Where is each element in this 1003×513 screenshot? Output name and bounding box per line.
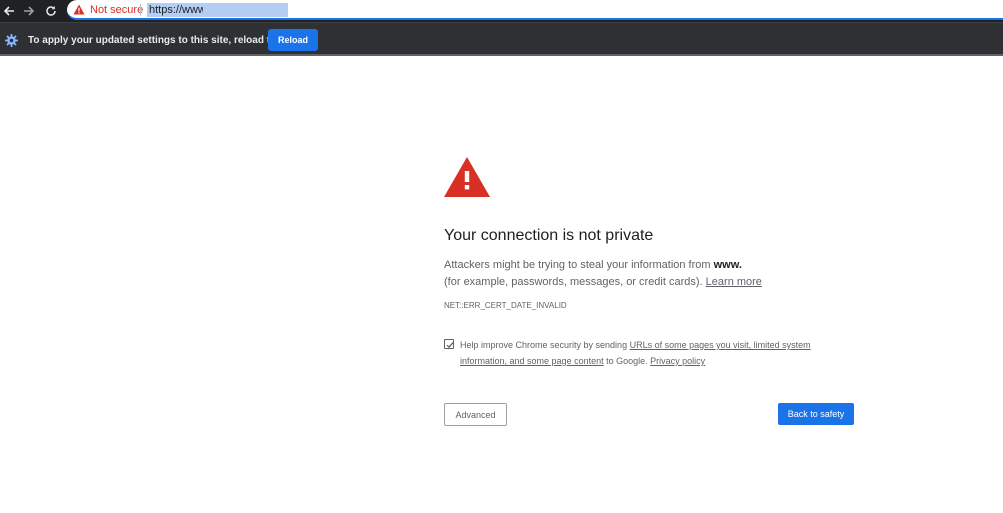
reload-icon xyxy=(46,6,56,16)
site-domain: www. xyxy=(713,259,742,271)
message-text-cont: (for xyxy=(444,275,461,288)
back-to-safety-button[interactable]: Back to safety xyxy=(778,403,854,425)
settings-infobar: To apply your updated settings to this s… xyxy=(0,22,1003,56)
message-text: Attackers might be trying to steal your … xyxy=(444,259,711,271)
page-title: Your connection is not private xyxy=(444,227,654,244)
address-bar[interactable]: Not secure https://www. xyxy=(67,0,1003,20)
url-redacted-selection xyxy=(203,3,288,17)
back-button[interactable] xyxy=(0,2,18,20)
privacy-policy-link[interactable]: Privacy policy xyxy=(650,356,705,366)
reload-page-button[interactable] xyxy=(42,2,60,20)
omnibox-divider xyxy=(140,4,141,16)
warning-triangle-icon xyxy=(444,157,490,197)
optin-text-mid: to Google. xyxy=(606,356,648,366)
advanced-button[interactable]: Advanced xyxy=(444,403,507,426)
interstitial-message: Attackers might be trying to steal your … xyxy=(444,257,854,290)
arrow-right-icon xyxy=(24,6,35,16)
forward-button[interactable] xyxy=(20,2,38,20)
learn-more-link[interactable]: Learn more xyxy=(706,276,762,288)
warning-triangle-icon xyxy=(73,4,85,15)
optin-label: Help improve Chrome security by sending … xyxy=(460,337,820,369)
checkmark-icon xyxy=(446,342,454,349)
message-text-end: example, passwords, messages, or credit … xyxy=(463,275,703,288)
optin-text: Help improve Chrome security by sending xyxy=(460,340,628,350)
improve-security-checkbox[interactable] xyxy=(444,339,454,349)
browser-toolbar: Not secure https://www. xyxy=(0,0,1003,22)
arrow-left-icon xyxy=(3,6,14,16)
error-code[interactable]: NET::ERR_CERT_DATE_INVALID xyxy=(444,300,567,311)
infobar-reload-button[interactable]: Reload xyxy=(268,29,318,51)
gear-icon xyxy=(5,34,18,47)
url-text[interactable]: https://www. xyxy=(147,3,211,17)
not-secure-label[interactable]: Not secure xyxy=(90,3,143,17)
